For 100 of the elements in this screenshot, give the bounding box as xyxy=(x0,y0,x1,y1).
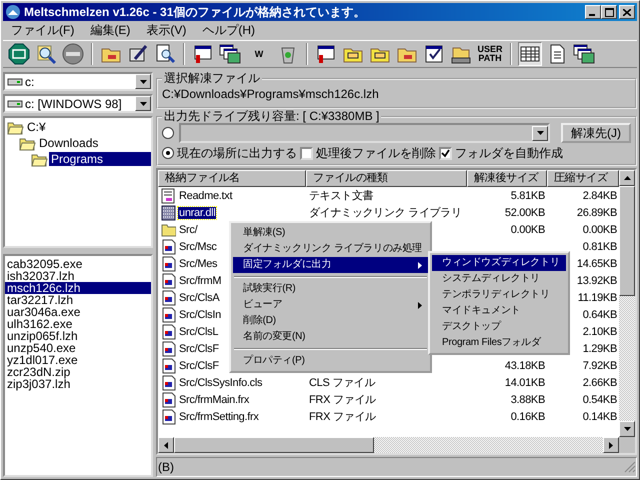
menu-item[interactable]: プロパティ(P) xyxy=(233,353,428,369)
table-cell[interactable]: unrar.dll xyxy=(178,206,216,218)
tree-item[interactable]: C:¥ xyxy=(25,120,48,134)
menu-item[interactable]: デスクトップ xyxy=(432,319,566,335)
table-cell: 43.18KB xyxy=(504,360,545,372)
table-cell[interactable]: Src/Mes xyxy=(178,258,218,270)
table-cell[interactable]: Src/frmSetting.frx xyxy=(178,410,260,422)
app-icon xyxy=(5,4,21,20)
table-cell: 14.65KB xyxy=(576,258,617,270)
minimize-button[interactable] xyxy=(585,5,601,19)
toolbar-button[interactable] xyxy=(7,42,31,66)
menu-item[interactable]: テンポラリディレクトリ xyxy=(432,287,566,303)
maximize-button[interactable] xyxy=(601,5,617,19)
drive-icon xyxy=(7,98,23,110)
list-item[interactable]: zcr23dN.zip xyxy=(5,366,151,378)
scroll-thumb[interactable] xyxy=(619,186,635,296)
scroll-up-button[interactable] xyxy=(619,170,635,186)
close-button[interactable] xyxy=(619,5,635,19)
document-icon xyxy=(161,238,176,254)
scroll-thumb[interactable] xyxy=(174,437,374,453)
menu-item[interactable]: ヘルプ(H) xyxy=(194,22,263,39)
tree-item[interactable]: Downloads xyxy=(37,136,100,150)
menu-item[interactable]: 試験実行(R) xyxy=(233,281,428,297)
combo-value: c: xyxy=(25,74,34,88)
table-cell[interactable]: Src/frmMain.frx xyxy=(178,394,250,406)
scroll-right-button[interactable] xyxy=(603,437,619,453)
menu-item[interactable]: ビューア xyxy=(233,297,428,313)
toolbar-button[interactable] xyxy=(572,42,596,66)
column-header[interactable]: 解凍後サイズ xyxy=(467,170,547,187)
list-item[interactable]: zip3j037.lzh xyxy=(5,378,151,390)
submenu-arrow-icon xyxy=(418,262,422,268)
dropdown-button[interactable] xyxy=(135,96,151,111)
menu-item[interactable]: 固定フォルダに出力 xyxy=(233,257,428,273)
table-cell[interactable]: Src/Msc xyxy=(178,240,218,252)
folder-icon xyxy=(7,120,24,134)
list-item[interactable]: tar32217.lzh xyxy=(5,294,151,306)
table-cell: 13.92KB xyxy=(576,274,617,286)
list-item[interactable]: yz1dl017.exe xyxy=(5,354,151,366)
table-cell: 1.29KB xyxy=(582,342,617,354)
list-item[interactable]: msch126c.lzh xyxy=(5,282,151,294)
menu-item[interactable]: システムディレクトリ xyxy=(432,271,566,287)
tree-item[interactable]: Programs xyxy=(49,152,151,166)
windows-icon xyxy=(219,43,241,65)
caret-icon xyxy=(140,80,146,84)
scroll-down-button[interactable] xyxy=(619,421,635,437)
toolbar-button[interactable] xyxy=(218,42,242,66)
menu-item[interactable]: ファイル(F) xyxy=(3,22,82,39)
vertical-scrollbar[interactable] xyxy=(619,170,635,453)
table-cell[interactable]: Src/ClsF xyxy=(178,342,220,354)
menu-item[interactable]: 表示(V) xyxy=(138,22,194,39)
table-cell[interactable]: Src/ClsA xyxy=(178,292,220,304)
menu-item[interactable]: 名前の変更(N) xyxy=(233,329,428,345)
drive-icon xyxy=(7,76,23,88)
scroll-left-button[interactable] xyxy=(158,437,174,453)
document-icon xyxy=(161,256,176,272)
menu-item[interactable]: ダイナミックリンク ライブラリのみ処理 xyxy=(233,241,428,257)
dropdown-button[interactable] xyxy=(532,126,548,140)
column-header[interactable]: ファイルの種類 xyxy=(306,170,467,187)
file-path: C:¥Downloads¥Programs¥msch126c.lzh xyxy=(162,86,380,103)
table-cell: 0.00KB xyxy=(510,224,545,236)
toolbar-button[interactable]: W xyxy=(245,42,273,66)
volume-dropdown[interactable]: c: [WINDOWS 98] xyxy=(3,94,153,113)
radio-button[interactable] xyxy=(162,147,174,159)
column-header[interactable]: 格納ファイル名 xyxy=(158,170,306,187)
table-cell[interactable]: Src/ xyxy=(178,224,198,236)
list-item[interactable]: ish32037.lzh xyxy=(5,270,151,282)
windows-icon xyxy=(573,43,595,65)
menu-item[interactable]: 単解凍(S) xyxy=(233,225,428,241)
checkbox[interactable] xyxy=(439,146,452,160)
table-cell[interactable]: Src/ClsSysInfo.cls xyxy=(178,376,264,388)
document-icon xyxy=(161,392,176,408)
table-cell[interactable]: Src/ClsIn xyxy=(178,308,222,320)
table-cell: 0.54KB xyxy=(582,394,617,406)
menu-item[interactable]: マイドキュメント xyxy=(432,303,566,319)
menu-item[interactable]: Program Filesフォルダ xyxy=(432,335,566,351)
menu-item[interactable]: 削除(D) xyxy=(233,313,428,329)
menu-item[interactable]: 編集(E) xyxy=(82,22,138,39)
drive-dropdown[interactable]: c: xyxy=(3,72,153,91)
list-item[interactable]: unzip065f.lzh xyxy=(5,330,151,342)
menu-item[interactable]: ウィンドウズディレクトリ xyxy=(432,255,566,271)
column-header[interactable]: 圧縮サイズ xyxy=(547,170,619,187)
table-cell[interactable]: Src/ClsL xyxy=(178,326,220,338)
toolbar-button[interactable]: USER PATH xyxy=(476,42,504,66)
radio-button[interactable] xyxy=(162,127,174,139)
table-cell[interactable]: Src/frmM xyxy=(178,274,222,286)
extract-to-button[interactable]: 解凍先(J) xyxy=(561,123,631,143)
horizontal-scrollbar[interactable] xyxy=(158,437,619,453)
list-item[interactable]: cab32095.exe xyxy=(5,258,151,270)
table-cell: 2.84KB xyxy=(582,190,617,202)
checkbox[interactable] xyxy=(300,146,313,160)
close-icon xyxy=(623,8,631,16)
dropdown-button[interactable] xyxy=(135,74,151,89)
list-item[interactable]: unzp540.exe xyxy=(5,342,151,354)
table-cell: 5.81KB xyxy=(510,190,545,202)
list-item[interactable]: uar3046a.exe xyxy=(5,306,151,318)
toolbar-button[interactable] xyxy=(518,42,542,66)
table-cell[interactable]: Readme.txt xyxy=(178,190,234,202)
table-cell: 0.16KB xyxy=(510,410,545,422)
list-item[interactable]: ulh3162.exe xyxy=(5,318,151,330)
table-cell[interactable]: Src/ClsF xyxy=(178,360,220,372)
